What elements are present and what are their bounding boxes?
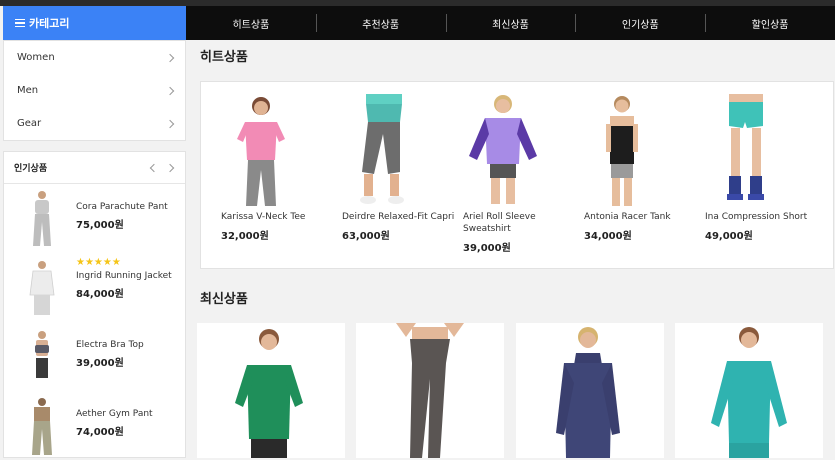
new-products-title: 최신상품	[200, 292, 248, 307]
popular-products-widget: 인기상품 Cora Parachute Pant 75,000원 ★★★★★ I…	[3, 151, 186, 458]
top-navigation: 히트상품 추천상품 최신상품 인기상품 할인상품	[186, 6, 835, 40]
product-price: 63,000원	[342, 231, 390, 242]
nav-new-products[interactable]: 최신상품	[445, 6, 576, 40]
rating-stars: ★★★★★	[76, 257, 121, 268]
product-image	[360, 94, 404, 204]
product-name[interactable]: Aether Gym Pant	[76, 409, 153, 419]
product-image	[606, 96, 638, 206]
product-name[interactable]: Electra Bra Top	[76, 340, 144, 350]
category-item-women[interactable]: Women	[4, 41, 185, 74]
product-name[interactable]: Deirdre Relaxed-Fit Capri	[342, 211, 456, 223]
chevron-right-icon[interactable]	[165, 163, 175, 172]
popular-item[interactable]: Aether Gym Pant 74,000원	[4, 391, 185, 460]
product-thumbnail	[35, 331, 49, 378]
chevron-right-icon	[165, 86, 175, 95]
product-name[interactable]: Ariel Roll Sleeve Sweatshirt	[463, 211, 577, 235]
nav-sale-products[interactable]: 할인상품	[705, 6, 835, 40]
product-name[interactable]: Antonia Racer Tank	[584, 211, 698, 223]
product-price: 75,000원	[76, 220, 124, 231]
nav-popular-products[interactable]: 인기상품	[575, 6, 705, 40]
hamburger-icon	[15, 17, 25, 30]
product-name[interactable]: Karissa V-Neck Tee	[221, 211, 335, 223]
category-label: Men	[17, 85, 39, 96]
category-list: Women Men Gear	[3, 40, 186, 141]
popular-item[interactable]: ★★★★★ Ingrid Running Jacket 84,000원	[4, 253, 185, 322]
category-item-gear[interactable]: Gear	[4, 107, 185, 140]
category-menu-button[interactable]: 카테고리	[3, 6, 186, 40]
chevron-left-icon[interactable]	[149, 163, 159, 172]
product-card[interactable]	[516, 323, 664, 458]
chevron-right-icon	[165, 119, 175, 128]
product-card[interactable]	[197, 323, 345, 458]
product-image	[396, 323, 464, 458]
category-label: Gear	[17, 118, 42, 129]
product-name[interactable]: Ina Compression Short	[705, 211, 819, 223]
product-price: 49,000원	[705, 231, 753, 242]
category-label: Women	[17, 52, 55, 63]
hit-products-title: 히트상품	[200, 50, 248, 65]
product-image	[711, 327, 787, 458]
nav-hit-products[interactable]: 히트상품	[186, 6, 316, 40]
hit-products-panel: Karissa V-Neck Tee 32,000원 Deirdre Relax…	[200, 81, 834, 269]
product-card[interactable]	[675, 323, 823, 458]
product-thumbnail	[33, 191, 51, 246]
category-menu-label: 카테고리	[29, 17, 70, 30]
product-name[interactable]: Ingrid Running Jacket	[76, 271, 172, 281]
product-image	[237, 97, 285, 206]
product-price: 32,000원	[221, 231, 269, 242]
product-image	[235, 329, 303, 458]
nav-recommended-products[interactable]: 추천상품	[315, 6, 446, 40]
popular-item[interactable]: Electra Bra Top 39,000원	[4, 322, 185, 391]
popular-item[interactable]: Cora Parachute Pant 75,000원	[4, 184, 185, 253]
product-thumbnail	[29, 261, 55, 315]
product-card[interactable]	[356, 323, 504, 458]
product-price: 84,000원	[76, 289, 124, 300]
product-price: 34,000원	[584, 231, 632, 242]
popular-title: 인기상품	[14, 164, 48, 174]
product-price: 39,000원	[463, 243, 511, 254]
product-image	[556, 327, 620, 458]
chevron-right-icon	[165, 53, 175, 62]
rating-stars	[76, 326, 144, 338]
product-price: 74,000원	[76, 427, 124, 438]
category-item-men[interactable]: Men	[4, 74, 185, 107]
rating-stars	[76, 395, 153, 407]
product-image	[469, 95, 537, 204]
product-thumbnail	[32, 398, 52, 455]
rating-stars	[76, 188, 168, 200]
product-name[interactable]: Cora Parachute Pant	[76, 202, 168, 212]
product-image	[727, 94, 764, 200]
product-price: 39,000원	[76, 358, 124, 369]
